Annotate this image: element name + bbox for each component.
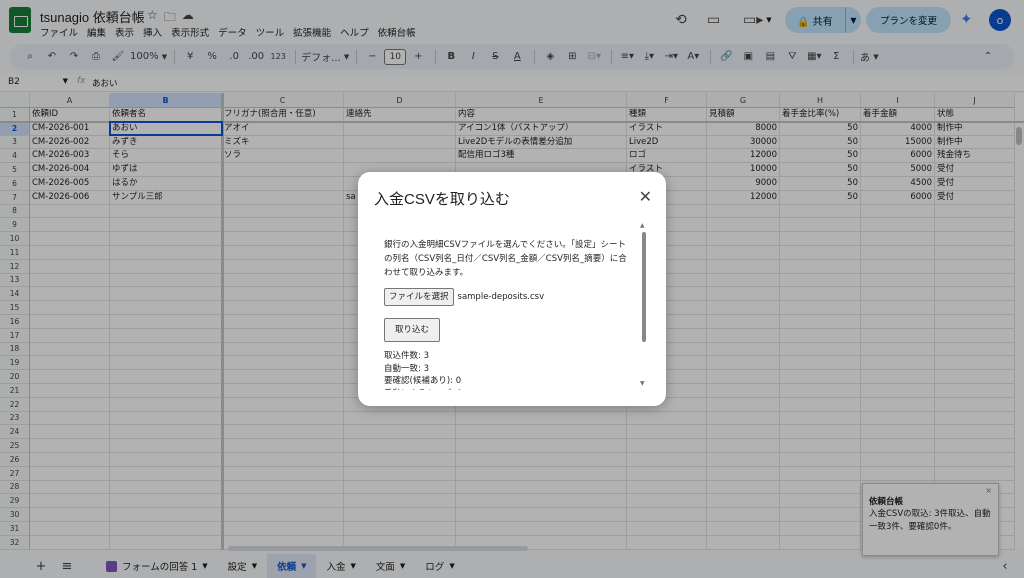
import-button[interactable]: 取り込む <box>384 318 441 342</box>
selected-file-name: sample-deposits.csv <box>457 292 545 302</box>
result-line: 自動一致: 3 <box>384 363 429 374</box>
result-line: 手動によるキーブ: 0 <box>384 388 636 391</box>
choose-file-button[interactable]: ファイルを選択 <box>384 288 454 306</box>
result-line: 取込件数: 3 <box>384 351 429 361</box>
dialog-description: 銀行の入金明細CSVファイルを選んでください。「設定」シートの列名（CSV列名_… <box>384 240 627 278</box>
import-csv-dialog: 入金CSVを取り込む ✕ 銀行の入金明細CSVファイルを選んでください。「設定」… <box>358 172 666 406</box>
import-results: 取込件数: 3 自動一致: 3 要確認(候補あり): 0 手動によるキーブ: 0 <box>384 350 636 390</box>
close-icon[interactable]: ✕ <box>639 187 652 206</box>
result-line: 要確認(候補あり): 0 <box>384 376 462 386</box>
scroll-down-icon[interactable]: ▼ <box>640 380 645 387</box>
dialog-scrollbar[interactable]: ▲ ▼ <box>640 222 648 390</box>
scroll-up-icon[interactable]: ▲ <box>640 222 645 229</box>
dialog-body: 銀行の入金明細CSVファイルを選んでください。「設定」シートの列名（CSV列名_… <box>384 238 636 390</box>
dialog-title: 入金CSVを取り込む <box>374 191 510 208</box>
scrollbar-thumb[interactable] <box>642 232 646 342</box>
